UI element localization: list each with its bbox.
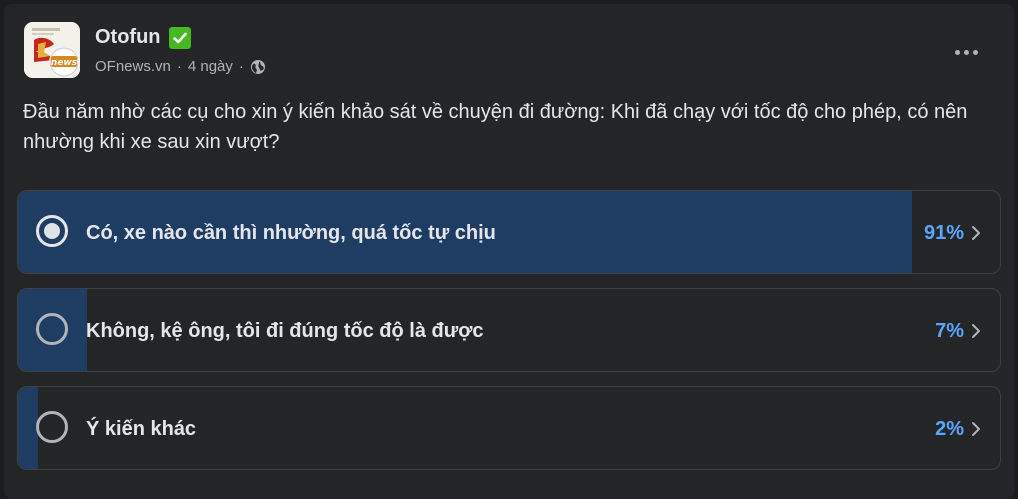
poll-option-2[interactable]: Không, kệ ông, tôi đi đúng tốc độ là đượ… <box>17 288 1001 372</box>
poll-option-1[interactable]: Có, xe nào cần thì nhường, quá tốc tự ch… <box>17 190 1001 274</box>
name-row: Otofun <box>95 26 191 49</box>
poll-option-label: Ý kiến khác <box>86 418 197 440</box>
poll: Có, xe nào cần thì nhường, quá tốc tự ch… <box>17 190 1001 484</box>
poll-option-result: 2% <box>935 387 982 469</box>
meta-separator: · <box>176 58 182 75</box>
poll-option-percent: 7% <box>935 319 964 342</box>
chevron-right-icon[interactable] <box>970 322 982 340</box>
poll-option-label: Không, kệ ông, tôi đi đúng tốc độ là đượ… <box>86 320 484 342</box>
radio-unchecked-icon[interactable] <box>36 313 68 345</box>
avatar-logo-icon: news <box>24 22 80 78</box>
source-link[interactable]: OFnews.vn <box>95 58 171 75</box>
poll-option-result: 7% <box>935 289 982 371</box>
poll-option-label: Có, xe nào cần thì nhường, quá tốc tự ch… <box>86 222 496 244</box>
more-horizontal-icon[interactable] <box>948 34 984 70</box>
chevron-right-icon[interactable] <box>970 420 982 438</box>
page-avatar[interactable]: news <box>24 22 80 78</box>
chevron-right-icon[interactable] <box>970 224 982 242</box>
post-header: news Otofun OFnews.vn · 4 ngày · <box>22 22 994 84</box>
post-meta: OFnews.vn · 4 ngày · <box>95 58 266 75</box>
meta-separator-2: · <box>238 58 244 75</box>
poll-option-fill <box>18 387 38 469</box>
radio-unchecked-icon[interactable] <box>36 411 68 443</box>
radio-checked-icon[interactable] <box>36 215 68 247</box>
avatar-text: news <box>51 58 78 68</box>
poll-option-percent: 91% <box>923 221 964 244</box>
post-time-link[interactable]: 4 ngày <box>188 58 233 75</box>
check-box-icon <box>168 26 191 49</box>
post-card: news Otofun OFnews.vn · 4 ngày · Đầu năm… <box>4 4 1014 499</box>
globe-icon[interactable] <box>250 59 266 75</box>
page-name-link[interactable]: Otofun <box>95 26 161 49</box>
poll-option-3[interactable]: Ý kiến khác 2% <box>17 386 1001 470</box>
post-text: Đầu năm nhờ các cụ cho xin ý kiến khảo s… <box>23 101 968 153</box>
poll-option-percent: 2% <box>935 417 964 440</box>
poll-option-result: 91% <box>923 191 982 273</box>
